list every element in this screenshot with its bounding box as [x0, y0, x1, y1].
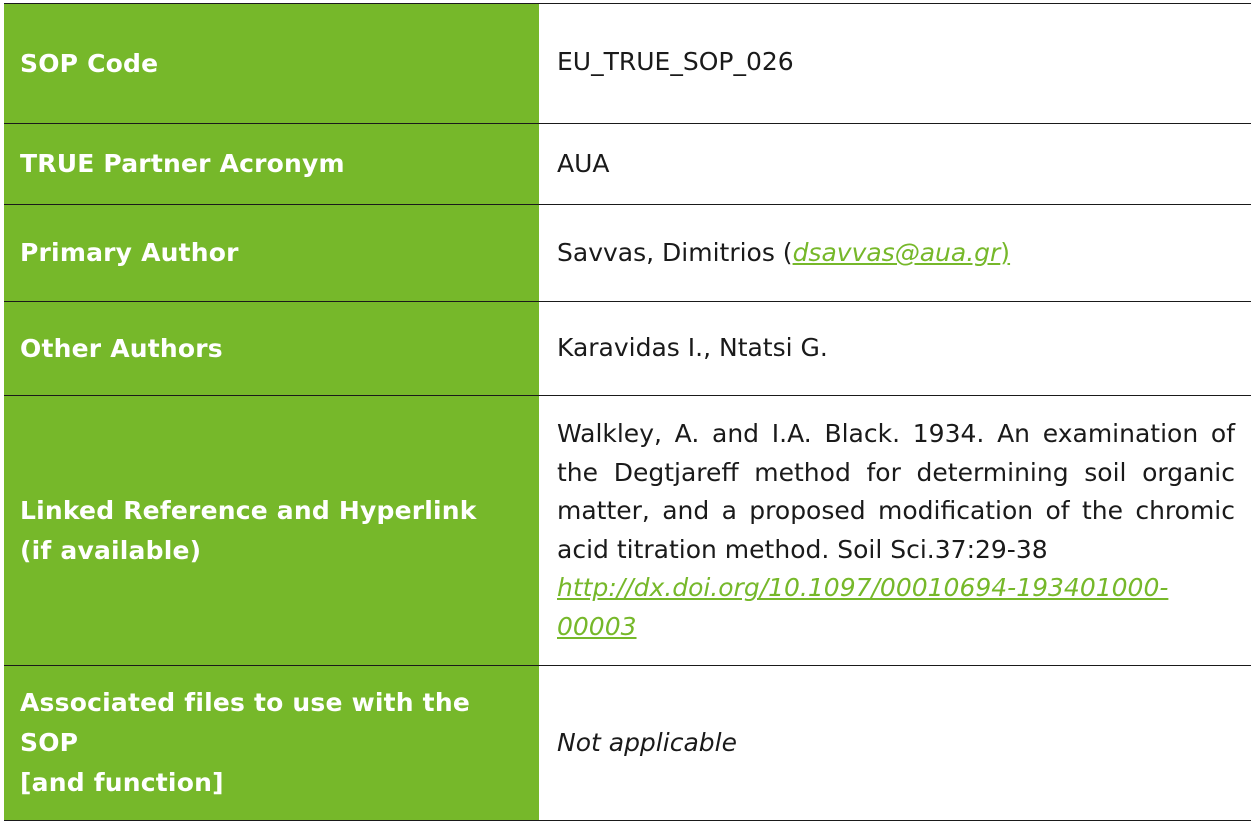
table-row: Primary Author Savvas, Dimitrios (dsavva… — [4, 204, 1251, 302]
associated-files-label: Associated files to use with the SOP [an… — [4, 665, 539, 821]
table-row: SOP Code EU_TRUE_SOP_026 — [4, 3, 1251, 124]
table-row: Associated files to use with the SOP [an… — [4, 665, 1251, 821]
linked-reference-label-line1: Linked Reference and Hyperlink — [20, 495, 477, 525]
table-row: TRUE Partner Acronym AUA — [4, 123, 1251, 205]
primary-author-suffix: ) — [1000, 237, 1011, 267]
author-email-link[interactable]: dsavvas@aua.gr — [793, 238, 1001, 267]
reference-hyperlink[interactable]: http://dx.doi.org/10.1097/00010694-19340… — [557, 573, 1168, 641]
reference-citation: Walkley, A. and I.A. Black. 1934. An exa… — [557, 419, 1235, 564]
primary-author-value: Savvas, Dimitrios (dsavvas@aua.gr) — [539, 204, 1251, 302]
primary-author-name: Savvas, Dimitrios ( — [557, 237, 793, 267]
page: { "rows": [ { "label": "SOP Code", "valu… — [0, 0, 1253, 823]
sop-info-table: SOP Code EU_TRUE_SOP_026 TRUE Partner Ac… — [4, 3, 1251, 821]
linked-reference-label-line2: (if available) — [20, 535, 202, 565]
table-row: Other Authors Karavidas I., Ntatsi G. — [4, 301, 1251, 396]
partner-acronym-value: AUA — [539, 123, 1251, 205]
associated-files-label-line1: Associated files to use with the SOP — [20, 688, 470, 757]
associated-files-label-line2: [and function] — [20, 768, 224, 797]
other-authors-label: Other Authors — [4, 301, 539, 396]
table-row: Linked Reference and Hyperlink (if avail… — [4, 395, 1251, 666]
primary-author-label: Primary Author — [4, 204, 539, 302]
partner-acronym-label: TRUE Partner Acronym — [4, 123, 539, 205]
other-authors-value: Karavidas I., Ntatsi G. — [539, 301, 1251, 396]
linked-reference-value: Walkley, A. and I.A. Black. 1934. An exa… — [539, 395, 1251, 666]
sop-code-label: SOP Code — [4, 3, 539, 124]
associated-files-value: Not applicable — [539, 665, 1251, 821]
sop-code-value: EU_TRUE_SOP_026 — [539, 3, 1251, 124]
linked-reference-label: Linked Reference and Hyperlink (if avail… — [4, 395, 539, 666]
